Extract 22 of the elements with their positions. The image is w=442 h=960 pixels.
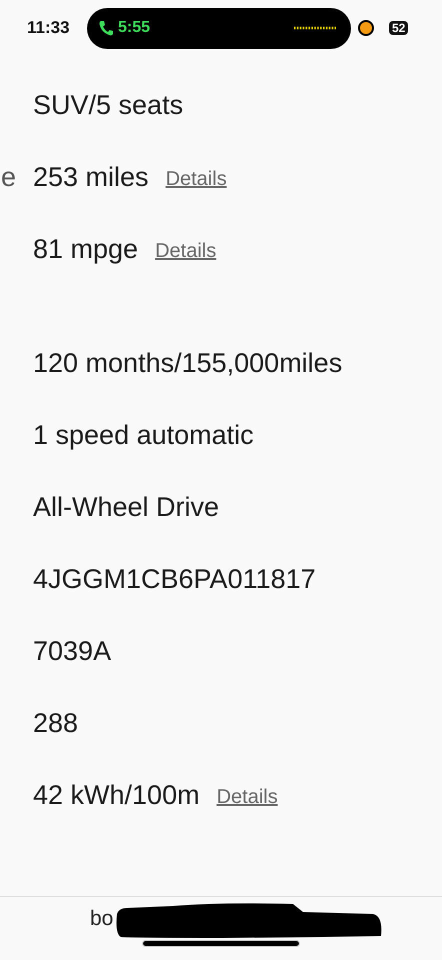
recording-dot-icon bbox=[358, 20, 374, 36]
spec-value: 7039A bbox=[33, 636, 112, 666]
spec-value: 42 kWh/100m bbox=[33, 780, 200, 810]
details-link[interactable]: Details bbox=[166, 168, 227, 190]
spec-value: 1 speed automatic bbox=[33, 420, 254, 450]
spec-value: All-Wheel Drive bbox=[33, 492, 220, 522]
field-label: e bbox=[1, 162, 16, 192]
spec-value: 288 bbox=[33, 708, 78, 738]
spec-value: 253 miles bbox=[33, 162, 149, 192]
phone-icon bbox=[99, 20, 113, 36]
call-island[interactable]: 5:55 bbox=[87, 8, 351, 48]
details-link[interactable]: Details bbox=[216, 786, 278, 808]
url-text: bo bbox=[90, 907, 114, 931]
spec-value: 4JGGM1CB6PA011817 bbox=[33, 564, 316, 594]
clock-time: 11:33 bbox=[27, 18, 71, 38]
call-timer: 5:55 bbox=[118, 19, 152, 37]
battery-indicator: 52 bbox=[389, 21, 408, 35]
spec-value: 81 mpge bbox=[33, 234, 138, 264]
audio-wave-icon bbox=[293, 26, 337, 30]
details-link[interactable]: Details bbox=[155, 240, 216, 262]
spec-value: 120 months/155,000miles bbox=[33, 348, 342, 378]
spec-value: SUV/5 seats bbox=[33, 90, 184, 120]
